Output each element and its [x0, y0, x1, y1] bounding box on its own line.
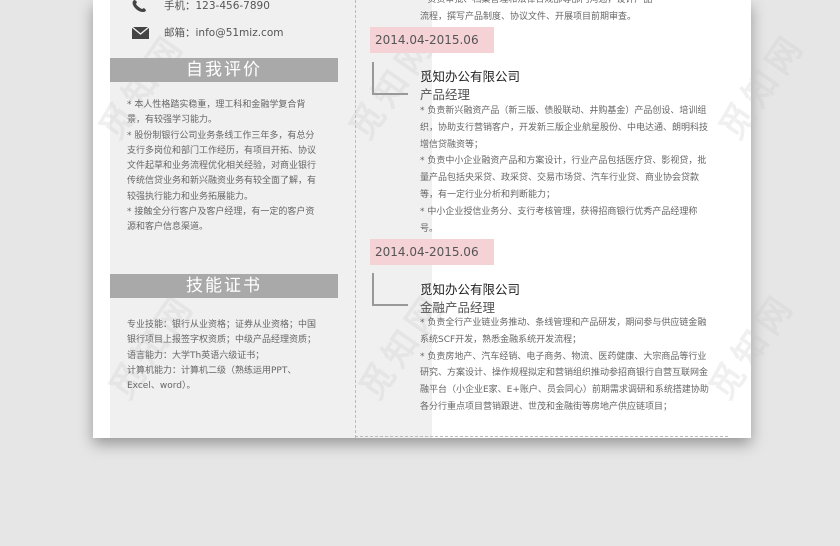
job-item: * 中小企业授信业务分、支行考核管理，获得招商银行优秀产品经理称号。	[420, 206, 698, 234]
self-eval-text: * 本人性格踏实稳重，理工科和金融学复合背景，有较强学习能力。 * 股份制银行公…	[127, 98, 322, 236]
job-role: 产品经理	[420, 87, 471, 102]
phone-text: 手机：123-456-7890	[164, 0, 270, 12]
bottom-divider	[355, 436, 728, 437]
job-item: * 负责中小企业融资产品和方案设计，行业产品包括医疗贷、影视贷，批量产品包括央采…	[420, 156, 707, 200]
previous-job-line: 流程，撰写产品制度、协议文件、开展项目前期审查。	[420, 11, 637, 22]
job-item: * 负责全行产业链业务推动、条线管理和产品研发，期间参与供应链金融系统SCF开发…	[420, 318, 707, 345]
job-date-badge: 2014.04-2015.06	[370, 239, 494, 265]
email-text: 邮箱：info@51miz.com	[164, 27, 284, 39]
job-description: * 负责新兴融资产品（新三版、债股联动、井购基金）产品创设、培训组织，协助支行营…	[420, 103, 710, 237]
job-description: * 负责全行产业链业务推动、条线管理和产品研发，期间参与供应链金融系统SCF开发…	[420, 315, 710, 416]
timeline-divider	[355, 0, 357, 438]
skills-item: 专业技能：银行从业资格；证券从业资格；中国银行项目上报签字权资质；中级产品经理资…	[127, 320, 317, 346]
phone-icon	[132, 0, 146, 12]
skills-text: 专业技能：银行从业资格；证券从业资格；中国银行项目上报签字权资质；中级产品经理资…	[127, 318, 322, 394]
self-eval-heading: 自我评价	[110, 58, 338, 82]
timeline-bracket	[372, 273, 408, 306]
previous-job-line: * 负责审批、档案管理和法律合规部等部门沟通，设计产品	[420, 0, 653, 5]
skills-item: 语言能力：大学Th英语六级证书；	[127, 350, 265, 361]
job-item: * 负责新兴融资产品（新三版、债股联动、井购基金）产品创设、培训组织，协助支行营…	[420, 106, 709, 150]
phone-contact: 手机：123-456-7890	[130, 0, 270, 13]
self-eval-item: * 接触全分行客户及客户经理，有一定的客户资源和客户信息渠道。	[127, 207, 315, 233]
job-company: 觅知办公有限公司	[420, 69, 521, 84]
job-date-badge: 2014.04-2015.06	[370, 27, 494, 53]
self-eval-item: * 股份制银行公司业务条线工作三年多，有总分支行多岗位和部门工作经历，有项目开拓…	[127, 130, 317, 202]
mail-icon	[131, 25, 150, 39]
skills-item: 计算机能力：计算机二级（熟练运用PPT、Excel、word）。	[127, 365, 297, 392]
previous-job-text: * 负责审批、档案管理和法律合规部等部门沟通，设计产品 流程，撰写产品制度、协议…	[420, 0, 710, 26]
job-item: * 负责房地产、汽车经销、电子商务、物流、医药健康、大宗商品等行业研究、方案设计…	[420, 351, 709, 412]
self-eval-item: * 本人性格踏实稳重，理工科和金融学复合背景，有较强学习能力。	[127, 100, 306, 126]
timeline-bracket	[372, 62, 408, 95]
job-role: 金融产品经理	[420, 300, 496, 315]
email-contact: 邮箱：info@51miz.com	[130, 25, 283, 40]
job-company: 觅知办公有限公司	[420, 282, 521, 297]
skills-heading: 技能证书	[110, 274, 338, 298]
